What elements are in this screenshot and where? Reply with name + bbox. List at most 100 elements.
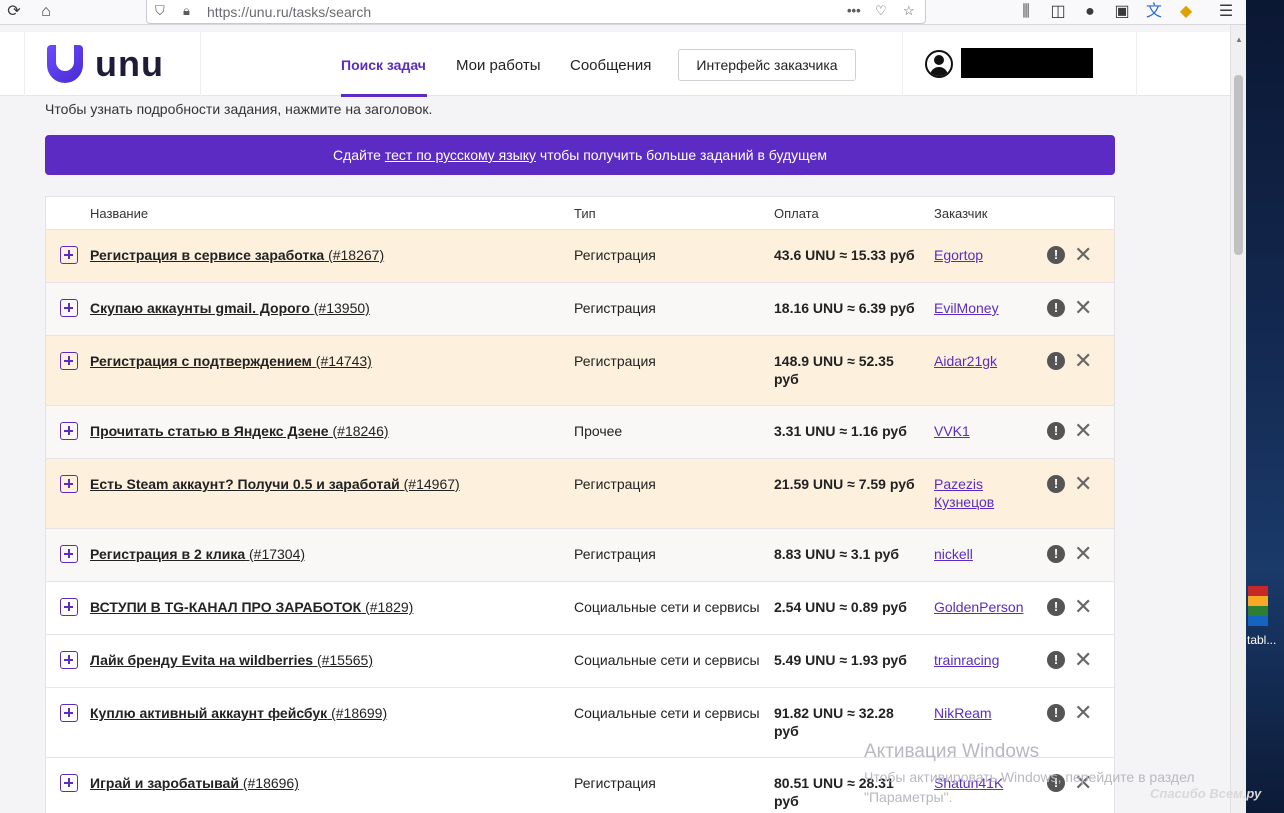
task-customer-link[interactable]: Aidar21gk	[934, 352, 1034, 370]
task-customer-line-1[interactable]: GoldenPerson	[934, 598, 1034, 616]
nav-search-tasks[interactable]: Поиск задач	[341, 57, 426, 73]
expand-plus-icon[interactable]	[60, 299, 78, 317]
task-title-link[interactable]: Играй и заробатывай (#18696)	[90, 775, 299, 791]
address-bar[interactable]: ⛉ 🔒︎ https://unu.ru/tasks/search ••• ♡ ☆	[146, 0, 926, 24]
library-icon[interactable]: ⫼	[1016, 2, 1036, 22]
task-title-link[interactable]: Регистрация в 2 клика (#17304)	[90, 546, 305, 562]
hide-task-close-icon[interactable]: ✕	[1074, 244, 1092, 266]
report-icon[interactable]: !	[1047, 352, 1065, 370]
pocket-icon[interactable]: ♡	[875, 3, 887, 19]
task-title[interactable]: Прочитать статью в Яндекс Дзене	[90, 423, 329, 439]
nav-messages[interactable]: Сообщения	[570, 57, 651, 74]
task-customer-line-1[interactable]: NikReam	[934, 704, 1034, 722]
task-title[interactable]: Регистрация в 2 клика	[90, 546, 245, 562]
page-scrollbar[interactable]: ▲	[1230, 25, 1246, 813]
task-customer-link[interactable]: VVK1	[934, 422, 1034, 440]
menu-icon[interactable]: ☰	[1216, 2, 1236, 22]
task-customer-link[interactable]: trainracing	[934, 651, 1034, 669]
hide-task-close-icon[interactable]: ✕	[1074, 649, 1092, 671]
hide-task-close-icon[interactable]: ✕	[1074, 596, 1092, 618]
task-customer-line-1[interactable]: nickell	[934, 545, 1034, 563]
tracking-shield-icon[interactable]: ⛉	[155, 3, 165, 19]
task-customer-line-2[interactable]: Кузнецов	[934, 493, 1034, 511]
task-id[interactable]: (#18696)	[243, 775, 299, 791]
task-id[interactable]: (#18246)	[333, 423, 389, 439]
task-title-link[interactable]: Регистрация с подтверждением (#14743)	[90, 353, 372, 369]
expand-plus-icon[interactable]	[60, 598, 78, 616]
scroll-thumb[interactable]	[1234, 75, 1243, 255]
task-title-link[interactable]: Скупаю аккаунты gmail. Дорого (#13950)	[90, 300, 370, 316]
task-customer-link[interactable]: NikReam	[934, 704, 1034, 722]
hide-task-close-icon[interactable]: ✕	[1074, 297, 1092, 319]
task-title[interactable]: Регистрация с подтверждением	[90, 353, 312, 369]
bookmark-star-icon[interactable]: ☆	[903, 3, 915, 19]
task-id[interactable]: (#15565)	[317, 652, 373, 668]
report-icon[interactable]: !	[1047, 598, 1065, 616]
task-title-link[interactable]: Куплю активный аккаунт фейсбук (#18699)	[90, 705, 387, 721]
logo[interactable]: unu	[24, 32, 201, 96]
report-icon[interactable]: !	[1047, 422, 1065, 440]
reload-icon[interactable]: ⟳	[4, 2, 24, 22]
task-title[interactable]: Скупаю аккаунты gmail. Дорого	[90, 300, 310, 316]
task-title-link[interactable]: Прочитать статью в Яндекс Дзене (#18246)	[90, 423, 389, 439]
report-icon[interactable]: !	[1047, 246, 1065, 264]
task-id[interactable]: (#1829)	[365, 599, 413, 615]
expand-plus-icon[interactable]	[60, 545, 78, 563]
task-customer-link[interactable]: EvilMoney	[934, 299, 1034, 317]
task-title[interactable]: ВСТУПИ В TG-КАНАЛ ПРО ЗАРАБОТОК	[90, 599, 361, 615]
task-customer-line-1[interactable]: Pazezis	[934, 475, 1034, 493]
user-menu[interactable]	[902, 32, 1137, 96]
translate-icon[interactable]: 文	[1144, 2, 1164, 22]
expand-plus-icon[interactable]	[60, 475, 78, 493]
report-icon[interactable]: !	[1047, 704, 1065, 722]
task-customer-line-1[interactable]: trainracing	[934, 651, 1034, 669]
russian-test-link[interactable]: тест по русскому языку	[385, 147, 536, 163]
task-customer-link[interactable]: Egortop	[934, 246, 1034, 264]
hide-task-close-icon[interactable]: ✕	[1074, 420, 1092, 442]
user-avatar-icon[interactable]	[925, 50, 953, 78]
task-title[interactable]: Лайк бренду Evita на wildberries	[90, 652, 313, 668]
hide-task-close-icon[interactable]: ✕	[1074, 350, 1092, 372]
desktop-archive-icon[interactable]	[1248, 586, 1268, 626]
lock-icon[interactable]: 🔒︎	[183, 3, 190, 19]
task-id[interactable]: (#14743)	[316, 353, 372, 369]
report-icon[interactable]: !	[1047, 475, 1065, 493]
task-id[interactable]: (#14967)	[404, 476, 460, 492]
task-customer-line-1[interactable]: Aidar21gk	[934, 352, 1034, 370]
expand-plus-icon[interactable]	[60, 704, 78, 722]
task-title[interactable]: Куплю активный аккаунт фейсбук	[90, 705, 327, 721]
task-title-link[interactable]: ВСТУПИ В TG-КАНАЛ ПРО ЗАРАБОТОК (#1829)	[90, 599, 413, 615]
task-id[interactable]: (#18699)	[331, 705, 387, 721]
scroll-up-icon[interactable]: ▲	[1235, 35, 1243, 44]
expand-plus-icon[interactable]	[60, 422, 78, 440]
task-title[interactable]: Есть Steam аккаунт? Получи 0.5 и заработ…	[90, 476, 400, 492]
expand-plus-icon[interactable]	[60, 352, 78, 370]
expand-plus-icon[interactable]	[60, 246, 78, 264]
report-icon[interactable]: !	[1047, 545, 1065, 563]
task-customer-link[interactable]: Pazezis Кузнецов	[934, 475, 1034, 511]
report-icon[interactable]: !	[1047, 299, 1065, 317]
task-title[interactable]: Регистрация в сервисе заработка	[90, 247, 324, 263]
hide-task-close-icon[interactable]: ✕	[1074, 543, 1092, 565]
task-customer-line-1[interactable]: VVK1	[934, 422, 1034, 440]
task-id[interactable]: (#18267)	[328, 247, 384, 263]
client-interface-button[interactable]: Интерфейс заказчика	[678, 49, 856, 81]
expand-plus-icon[interactable]	[60, 774, 78, 792]
extension-icon[interactable]: ▣	[1112, 2, 1132, 22]
task-title-link[interactable]: Лайк бренду Evita на wildberries (#15565…	[90, 652, 373, 668]
page-actions-icon[interactable]: •••	[847, 3, 861, 18]
task-customer-link[interactable]: GoldenPerson	[934, 598, 1034, 616]
task-customer-line-1[interactable]: EvilMoney	[934, 299, 1034, 317]
task-title-link[interactable]: Регистрация в сервисе заработка (#18267)	[90, 247, 384, 263]
task-id[interactable]: (#13950)	[314, 300, 370, 316]
expand-plus-icon[interactable]	[60, 651, 78, 669]
url-text[interactable]: https://unu.ru/tasks/search	[207, 4, 371, 20]
home-icon[interactable]: ⌂	[36, 2, 56, 22]
report-icon[interactable]: !	[1047, 651, 1065, 669]
task-id[interactable]: (#17304)	[249, 546, 305, 562]
vpn-extension-icon[interactable]: ◆	[1176, 2, 1196, 22]
task-title-link[interactable]: Есть Steam аккаунт? Получи 0.5 и заработ…	[90, 476, 460, 492]
hide-task-close-icon[interactable]: ✕	[1074, 473, 1092, 495]
account-icon[interactable]: ●	[1080, 2, 1100, 22]
sidebar-icon[interactable]: ◫	[1048, 2, 1068, 22]
